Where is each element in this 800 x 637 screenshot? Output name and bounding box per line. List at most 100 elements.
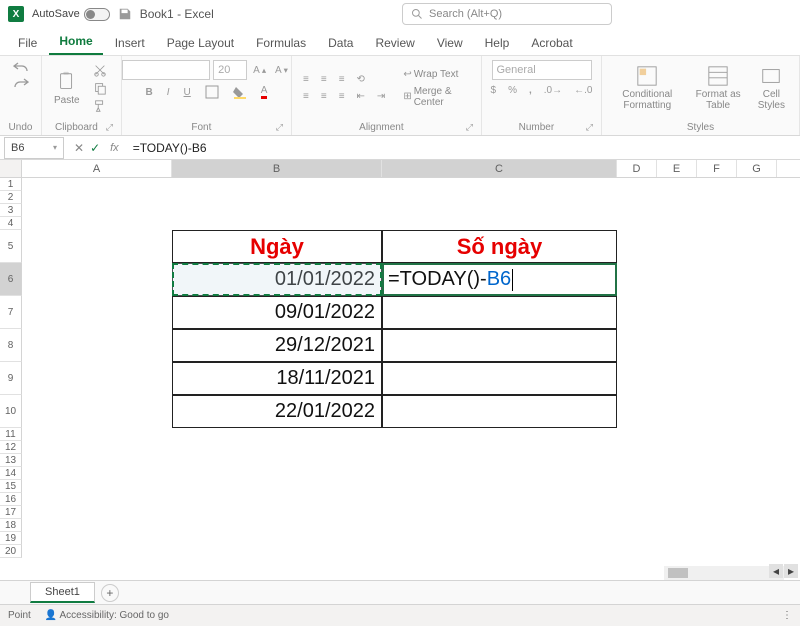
decrease-indent-icon[interactable]: ⇤	[354, 90, 368, 103]
font-color-icon[interactable]: A	[258, 84, 271, 100]
tab-home[interactable]: Home	[49, 28, 102, 55]
wrap-text-button[interactable]: ↩Wrap Text	[400, 68, 473, 81]
select-all-corner[interactable]	[0, 160, 22, 177]
row-header-6[interactable]: 6	[0, 263, 22, 296]
accounting-format-icon[interactable]: $	[488, 84, 500, 97]
column-header-a[interactable]: A	[22, 160, 172, 177]
horizontal-scrollbar[interactable]	[664, 566, 784, 580]
row-header-7[interactable]: 7	[0, 296, 22, 329]
borders-icon[interactable]	[202, 84, 222, 100]
row-header-20[interactable]: 20	[0, 545, 22, 558]
decrease-decimal-icon[interactable]: ←.0	[571, 84, 595, 97]
row-header-14[interactable]: 14	[0, 467, 22, 480]
row-header-11[interactable]: 11	[0, 428, 22, 441]
tab-review[interactable]: Review	[365, 30, 424, 55]
increase-indent-icon[interactable]: ⇥	[374, 90, 388, 103]
cell-pane[interactable]: NgàySố ngày01/01/202209/01/202229/12/202…	[22, 178, 800, 580]
tab-view[interactable]: View	[427, 30, 473, 55]
cell-b7[interactable]: 09/01/2022	[172, 296, 382, 329]
format-painter-icon[interactable]	[90, 98, 110, 114]
italic-icon[interactable]: I	[164, 86, 173, 99]
row-header-3[interactable]: 3	[0, 204, 22, 217]
font-size-select[interactable]: 20	[213, 60, 247, 80]
column-header-d[interactable]: D	[617, 160, 657, 177]
copy-icon[interactable]	[90, 80, 110, 96]
align-bottom-icon[interactable]: ≡	[336, 73, 348, 86]
cell-c5[interactable]: Số ngày	[382, 230, 617, 263]
align-left-icon[interactable]: ≡	[300, 90, 312, 103]
cut-icon[interactable]	[90, 62, 110, 78]
column-header-f[interactable]: F	[697, 160, 737, 177]
tab-help[interactable]: Help	[475, 30, 520, 55]
cancel-formula-icon[interactable]: ✕	[74, 141, 84, 155]
cell-b8[interactable]: 29/12/2021	[172, 329, 382, 362]
tab-acrobat[interactable]: Acrobat	[521, 30, 582, 55]
align-top-icon[interactable]: ≡	[300, 73, 312, 86]
merge-center-button[interactable]: ⊞Merge & Center	[400, 85, 473, 109]
accessibility-status[interactable]: 👤 Accessibility: Good to go	[45, 610, 169, 621]
align-middle-icon[interactable]: ≡	[318, 73, 330, 86]
clipboard-launcher-icon[interactable]: ⤢	[106, 122, 113, 133]
chevron-down-icon[interactable]: ▾	[53, 143, 57, 152]
format-as-table-button[interactable]: Format as Table	[691, 65, 746, 111]
row-header-13[interactable]: 13	[0, 454, 22, 467]
tab-insert[interactable]: Insert	[105, 30, 155, 55]
bold-icon[interactable]: B	[143, 86, 156, 99]
fx-icon[interactable]: fx	[106, 142, 123, 154]
row-header-8[interactable]: 8	[0, 329, 22, 362]
spreadsheet-grid[interactable]: ABCDEFG 1234567891011121314151617181920 …	[0, 160, 800, 580]
name-box[interactable]: B6 ▾	[4, 137, 64, 159]
cell-c7[interactable]	[382, 296, 617, 329]
sheet-tab-1[interactable]: Sheet1	[30, 582, 95, 603]
cell-c8[interactable]	[382, 329, 617, 362]
toggle-off-icon[interactable]	[84, 8, 110, 21]
percent-format-icon[interactable]: %	[505, 84, 520, 97]
orientation-icon[interactable]: ⟲	[354, 73, 368, 86]
increase-font-icon[interactable]: A▴	[250, 64, 269, 77]
column-header-e[interactable]: E	[657, 160, 697, 177]
row-header-1[interactable]: 1	[0, 178, 22, 191]
scroll-right-icon[interactable]: ▸	[784, 564, 798, 578]
cell-b5[interactable]: Ngày	[172, 230, 382, 263]
row-header-10[interactable]: 10	[0, 395, 22, 428]
paste-button[interactable]: Paste	[50, 71, 84, 106]
undo-icon[interactable]	[10, 60, 32, 74]
row-header-18[interactable]: 18	[0, 519, 22, 532]
row-header-4[interactable]: 4	[0, 217, 22, 230]
font-launcher-icon[interactable]: ⤢	[276, 122, 283, 133]
formula-bar-input[interactable]	[129, 137, 800, 159]
row-header-5[interactable]: 5	[0, 230, 22, 263]
row-header-15[interactable]: 15	[0, 480, 22, 493]
cell-b6[interactable]: 01/01/2022	[172, 263, 382, 296]
align-center-icon[interactable]: ≡	[318, 90, 330, 103]
number-format-select[interactable]: General	[492, 60, 592, 80]
cell-styles-button[interactable]: Cell Styles	[752, 65, 791, 111]
autosave-toggle[interactable]: AutoSave	[32, 8, 110, 21]
cell-b9[interactable]: 18/11/2021	[172, 362, 382, 395]
scrollbar-thumb[interactable]	[668, 568, 688, 578]
tab-file[interactable]: File	[8, 30, 47, 55]
redo-icon[interactable]	[10, 76, 32, 90]
alignment-launcher-icon[interactable]: ⤢	[466, 122, 473, 133]
fill-color-icon[interactable]	[230, 84, 250, 100]
increase-decimal-icon[interactable]: .0→	[541, 84, 565, 97]
tab-page-layout[interactable]: Page Layout	[157, 30, 244, 55]
row-header-12[interactable]: 12	[0, 441, 22, 454]
row-header-17[interactable]: 17	[0, 506, 22, 519]
row-header-19[interactable]: 19	[0, 532, 22, 545]
underline-icon[interactable]: U	[181, 86, 194, 99]
tab-formulas[interactable]: Formulas	[246, 30, 316, 55]
column-header-c[interactable]: C	[382, 160, 617, 177]
column-header-b[interactable]: B	[172, 160, 382, 177]
search-input[interactable]: Search (Alt+Q)	[402, 3, 612, 25]
row-header-2[interactable]: 2	[0, 191, 22, 204]
enter-formula-icon[interactable]: ✓	[90, 141, 100, 155]
cell-c10[interactable]	[382, 395, 617, 428]
cell-b10[interactable]: 22/01/2022	[172, 395, 382, 428]
row-header-9[interactable]: 9	[0, 362, 22, 395]
font-name-select[interactable]	[122, 60, 210, 80]
row-header-16[interactable]: 16	[0, 493, 22, 506]
comma-format-icon[interactable]: ,	[526, 84, 535, 97]
column-header-g[interactable]: G	[737, 160, 777, 177]
save-icon[interactable]	[118, 7, 132, 21]
